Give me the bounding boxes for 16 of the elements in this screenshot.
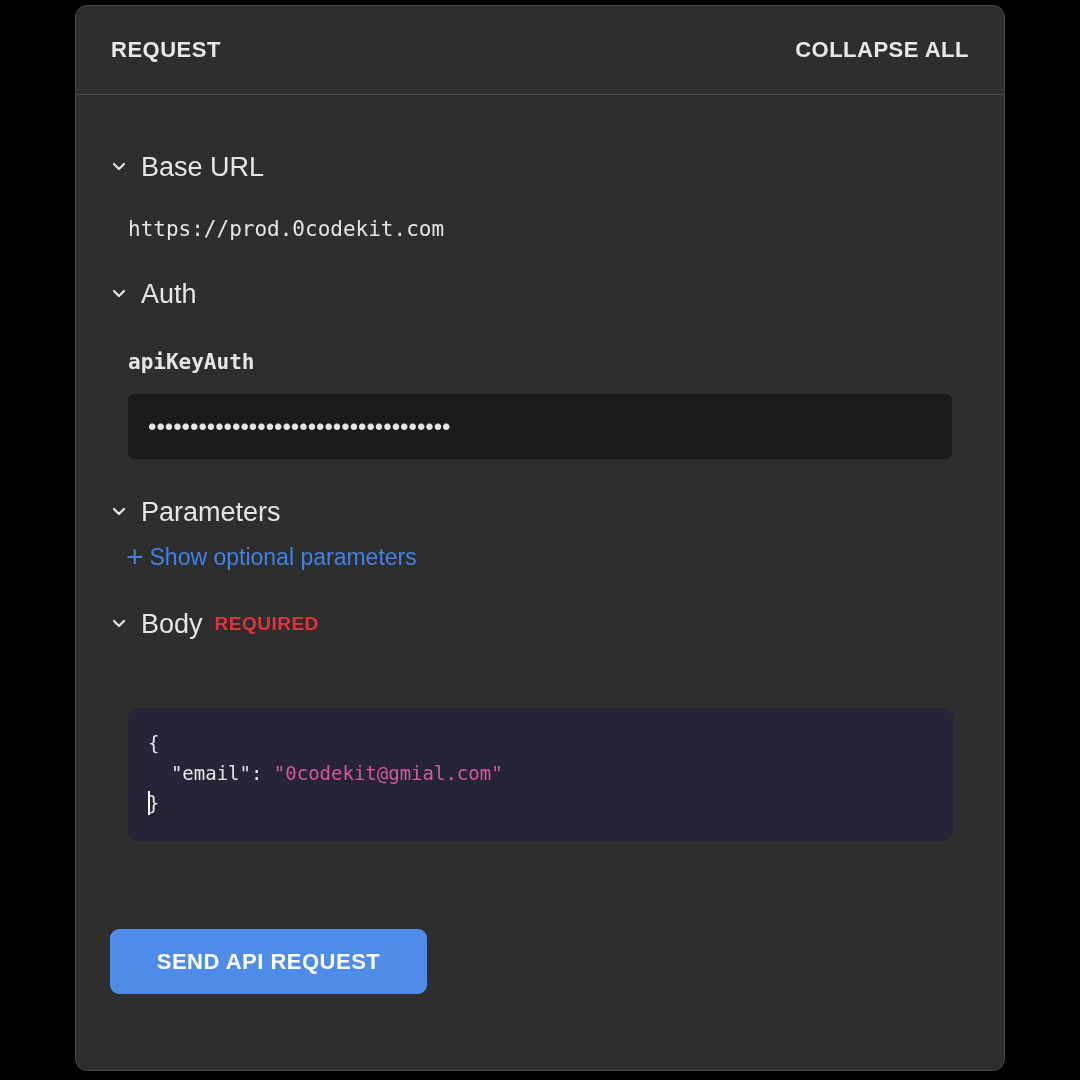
required-label: REQUIRED — [214, 613, 319, 635]
code-key: "email": — [148, 758, 274, 788]
section-toggle[interactable]: Auth — [111, 278, 197, 310]
api-key-field[interactable]: •••••••••••••••••••••••••••••••••••• — [128, 394, 952, 459]
code-punctuation: { — [148, 731, 160, 756]
show-optional-link[interactable]: + Show optional parameters — [126, 542, 417, 572]
section-toggle[interactable]: Base URL — [111, 151, 265, 183]
collapse-all-button[interactable]: COLLAPSE ALL — [795, 37, 969, 63]
section-toggle[interactable]: Body — [111, 608, 203, 640]
section-toggle[interactable]: Parameters — [111, 496, 281, 528]
field-label: apiKeyAuth — [128, 350, 256, 374]
base-url: https://prod.0codekit.com — [128, 217, 446, 241]
panel-title: REQUEST — [111, 37, 221, 63]
code-string: "0codekit@gmial.com" — [273, 761, 503, 786]
code-punctuation: } — [148, 791, 160, 816]
code-editor[interactable]: { "email": "0codekit@gmial.com" } — [128, 708, 953, 841]
